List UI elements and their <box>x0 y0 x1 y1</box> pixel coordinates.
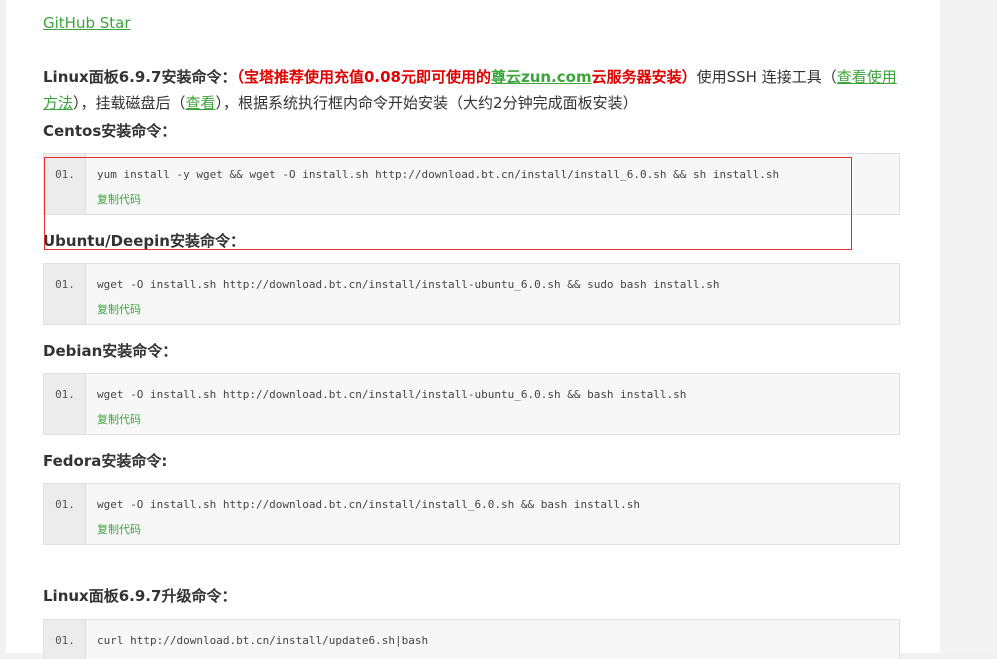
fedora-code-block: 01. wget -O install.sh http://download.b… <box>43 483 900 545</box>
line-number-gutter <box>44 484 86 544</box>
ubuntu-heading: Ubuntu/Deepin安装命令： <box>43 232 245 250</box>
upgrade-code-block: 01. curl http://download.bt.cn/install/u… <box>43 619 900 659</box>
intro-run-text: ），根据系统执行框内命令开始安装（大约2分钟完成面板安装） <box>215 94 638 112</box>
line-number-gutter <box>44 264 86 324</box>
promo-text: （宝塔推荐使用充值0.08元即可使用的 <box>236 68 491 86</box>
code-line: yum install -y wget && wget -O install.s… <box>97 168 780 181</box>
upgrade-heading: Linux面板6.9.7升级命令： <box>43 587 237 605</box>
line-number-gutter <box>44 154 86 214</box>
code-line: wget -O install.sh http://download.bt.cn… <box>97 388 687 401</box>
promo-text-end: 云服务器安装） <box>591 68 697 86</box>
centos-code-block: 01. yum install -y wget && wget -O insta… <box>43 153 900 215</box>
github-star-link[interactable]: GitHub Star <box>43 14 131 32</box>
zun-link[interactable]: 尊云zun.com <box>491 68 592 86</box>
line-number: 01. <box>55 278 75 291</box>
debian-code-block: 01. wget -O install.sh http://download.b… <box>43 373 900 435</box>
code-line: curl http://download.bt.cn/install/updat… <box>97 634 429 647</box>
copy-code-button[interactable]: 复制代码 <box>97 191 141 207</box>
line-number-gutter <box>44 374 86 434</box>
line-number: 01. <box>55 634 75 647</box>
fedora-heading: Fedora安装命令: <box>43 452 168 470</box>
centos-heading: Centos安装命令： <box>43 122 177 140</box>
intro-mount-text: ），挂载磁盘后（ <box>73 94 186 112</box>
line-number: 01. <box>55 388 75 401</box>
code-line: wget -O install.sh http://download.bt.cn… <box>97 278 720 291</box>
line-number: 01. <box>55 168 75 181</box>
page-panel: GitHub Star Linux面板6.9.7安装命令：（宝塔推荐使用充值0.… <box>6 0 940 659</box>
line-number: 01. <box>55 498 75 511</box>
copy-code-button[interactable]: 复制代码 <box>97 301 141 317</box>
debian-heading: Debian安装命令： <box>43 342 178 360</box>
view-link[interactable]: 查看 <box>186 94 216 112</box>
code-line: wget -O install.sh http://download.bt.cn… <box>97 498 641 511</box>
intro-ssh-text: 使用SSH 连接工具（ <box>696 68 837 86</box>
ubuntu-code-block: 01. wget -O install.sh http://download.b… <box>43 263 900 325</box>
copy-code-button[interactable]: 复制代码 <box>97 521 141 537</box>
install-intro: Linux面板6.9.7安装命令：（宝塔推荐使用充值0.08元即可使用的尊云zu… <box>43 64 903 116</box>
right-gutter <box>940 0 997 653</box>
intro-title: Linux面板6.9.7安装命令： <box>43 68 237 86</box>
copy-code-button[interactable]: 复制代码 <box>97 411 141 427</box>
